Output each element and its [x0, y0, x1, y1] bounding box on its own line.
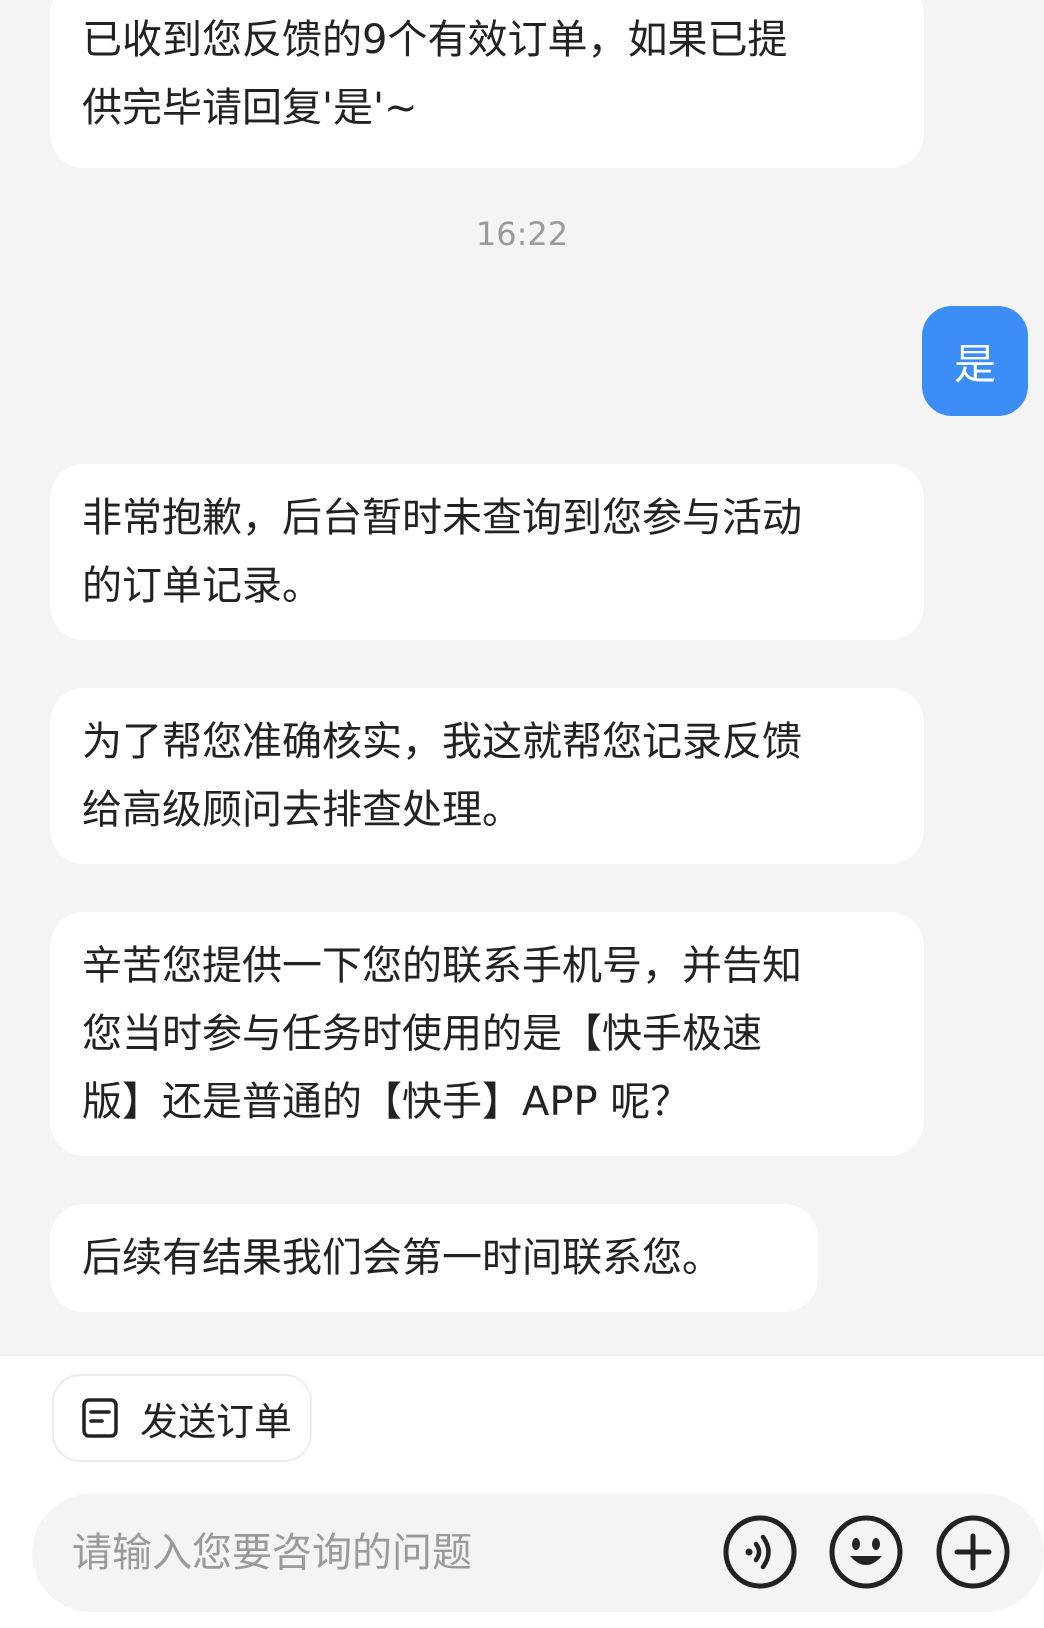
send-order-button[interactable]: 发送订单 [52, 1374, 312, 1462]
more-options-button[interactable] [935, 1514, 1011, 1590]
document-icon [82, 1398, 118, 1438]
message-line: 后续有结果我们会第一时间联系您。 [82, 1235, 722, 1281]
agent-message-bubble: 辛苦您提供一下您的联系手机号，并告知 您当时参与任务时使用的是【快手极速 版】还… [50, 912, 924, 1156]
emoji-button[interactable] [828, 1514, 904, 1590]
message-timestamp: 16:22 [475, 215, 569, 253]
user-message-bubble: 是 [922, 306, 1028, 416]
message-line: 的订单记录。 [82, 563, 322, 609]
agent-message-bubble: 非常抱歉，后台暂时未查询到您参与活动 的订单记录。 [50, 464, 924, 640]
message-line: 版】还是普通的【快手】APP 呢？ [82, 1079, 691, 1125]
plus-icon [936, 1515, 1010, 1589]
message-line: 供完毕请回复'是'~ [82, 85, 418, 131]
message-line: 给高级顾问去排查处理。 [82, 787, 522, 833]
agent-message-bubble: 已收到您反馈的9个有效订单，如果已提 供完毕请回复'是'~ [50, 0, 924, 168]
voice-icon [723, 1515, 797, 1589]
voice-input-button[interactable] [722, 1514, 798, 1590]
agent-message-bubble: 为了帮您准确核实，我这就帮您记录反馈 给高级顾问去排查处理。 [50, 688, 924, 864]
message-input-bar [32, 1494, 1044, 1612]
agent-message-bubble: 后续有结果我们会第一时间联系您。 [50, 1204, 818, 1312]
message-line: 已收到您反馈的9个有效订单，如果已提 [82, 17, 788, 63]
message-line: 您当时参与任务时使用的是【快手极速 [82, 1011, 762, 1057]
message-input[interactable] [72, 1514, 692, 1592]
message-line: 非常抱歉，后台暂时未查询到您参与活动 [82, 495, 802, 541]
message-line: 为了帮您准确核实，我这就帮您记录反馈 [82, 719, 802, 765]
message-line: 辛苦您提供一下您的联系手机号，并告知 [82, 943, 802, 989]
chat-area: 已收到您反馈的9个有效订单，如果已提 供完毕请回复'是'~ 16:22 是 非常… [0, 0, 1044, 1355]
emoji-icon [829, 1515, 903, 1589]
composer-panel: 发送订单 [0, 1355, 1044, 1628]
send-order-label: 发送订单 [140, 1399, 293, 1444]
